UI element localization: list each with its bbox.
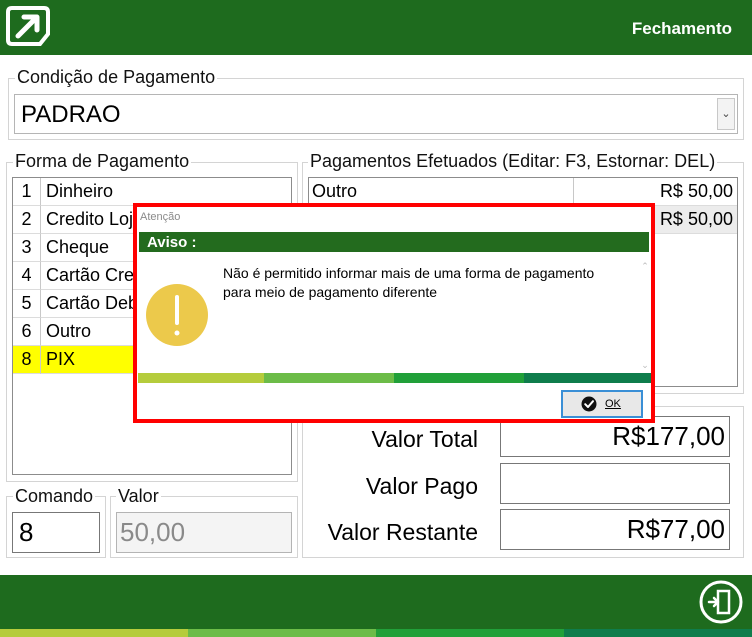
valor-label: Valor (116, 486, 161, 507)
dialog-heading-bar: Aviso : (139, 232, 649, 252)
table-row[interactable]: Outro R$ 50,00 (309, 178, 737, 206)
efetuados-label: Pagamentos Efetuados (Editar: F3, Estorn… (308, 151, 718, 172)
forma-label: Forma de Pagamento (13, 151, 192, 172)
footer-stripe (0, 629, 188, 637)
valor-restante-field: R$77,00 (500, 509, 730, 550)
ok-button-label: OK (605, 398, 621, 410)
dialog-window-title: Atenção (140, 211, 181, 223)
scroll-down-icon[interactable]: ⌄ (639, 360, 651, 371)
dialog-scrollbar[interactable]: ⌃ ⌄ (639, 259, 651, 373)
check-circle-icon (581, 396, 597, 412)
warning-dialog: Atenção Aviso : Não é permitido informar… (133, 203, 655, 423)
list-item-number: 1 (13, 178, 41, 206)
dialog-message: Não é permitido informar mais de uma for… (223, 264, 633, 302)
list-item-number: 3 (13, 234, 41, 262)
valor-pago-label: Valor Pago (365, 473, 478, 499)
dialog-message-line: para meio de pagamento diferente (223, 284, 438, 300)
list-item-number: 4 (13, 262, 41, 290)
dialog-heading: Aviso : (147, 234, 197, 251)
footer-stripe (564, 629, 752, 637)
arrow-box-logo-icon (6, 6, 50, 46)
condicao-label: Condição de Pagamento (15, 67, 218, 88)
footer-stripe (188, 629, 376, 637)
valor-total-label: Valor Total (371, 426, 478, 452)
ok-button[interactable]: OK (561, 390, 643, 418)
list-item-number: 6 (13, 318, 41, 346)
condicao-select-value: PADRAO (21, 101, 121, 128)
valor-restante-label: Valor Restante (327, 519, 478, 545)
comando-label: Comando (13, 486, 96, 507)
condicao-select[interactable]: PADRAO ⌄ (14, 94, 738, 134)
page-title: Fechamento (631, 19, 732, 38)
payment-name-cell: Outro (309, 178, 574, 206)
list-item[interactable]: 1 Dinheiro (13, 178, 291, 206)
exit-door-icon[interactable] (698, 579, 744, 625)
list-item-number: 5 (13, 290, 41, 318)
footer-stripe (376, 629, 564, 637)
dialog-stripe (138, 373, 264, 383)
footer-bar (0, 575, 752, 629)
header-bar: Fechamento (0, 0, 752, 55)
payment-value-cell: R$ 50,00 (574, 178, 737, 206)
valor-pago-field[interactable] (500, 463, 730, 504)
dialog-stripe (394, 373, 524, 383)
list-item-name: Dinheiro (41, 178, 291, 206)
list-item-number: 2 (13, 206, 41, 234)
chevron-down-icon[interactable]: ⌄ (717, 98, 735, 130)
list-item-number: 8 (13, 346, 41, 374)
scroll-up-icon[interactable]: ⌃ (639, 261, 651, 272)
dialog-stripe (524, 373, 651, 383)
dialog-stripe (264, 373, 394, 383)
dialog-message-line: Não é permitido informar mais de uma for… (223, 265, 595, 281)
comando-input[interactable]: 8 (12, 512, 100, 553)
warning-exclamation-icon (146, 284, 208, 346)
